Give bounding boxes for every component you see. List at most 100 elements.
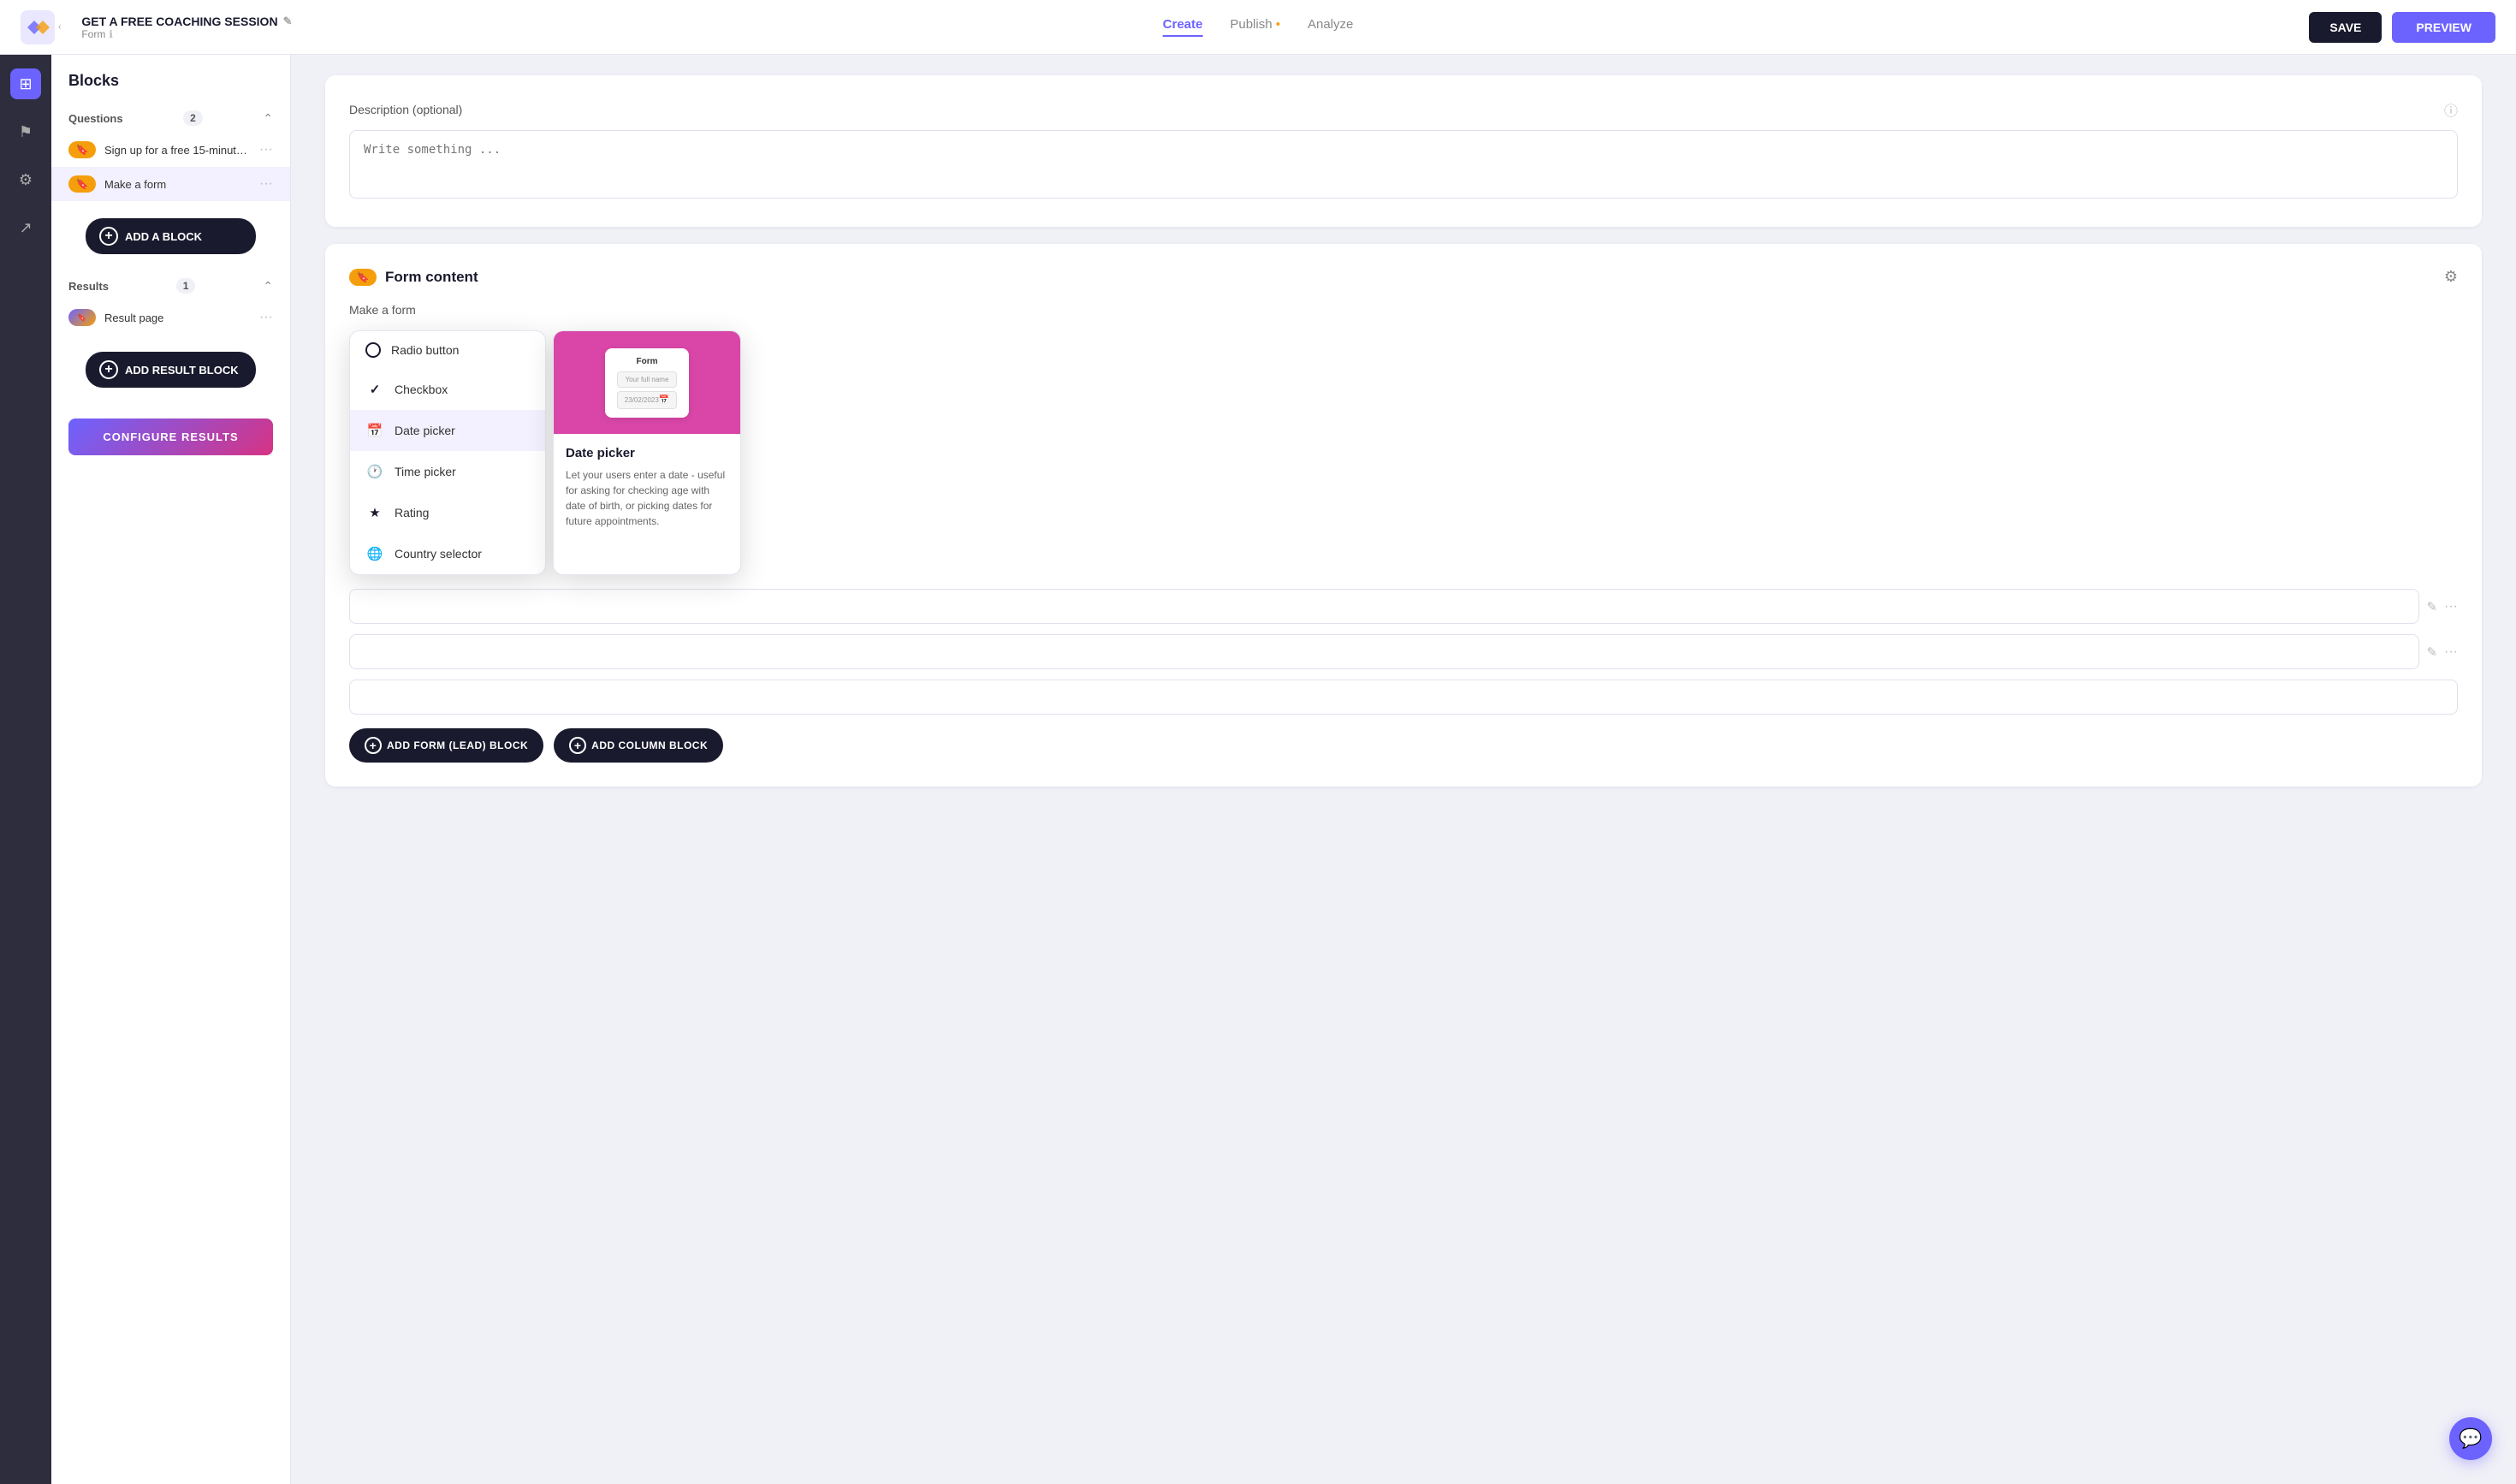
datepicker-label: Date picker bbox=[395, 424, 455, 437]
tooltip-title: Date picker bbox=[566, 446, 728, 460]
icon-sidebar: ⊞ ⚑ ⚙ ↗ bbox=[0, 55, 51, 1484]
main-layout: ⊞ ⚑ ⚙ ↗ Blocks Questions 2 ⌃ 🔖 Sign up f… bbox=[0, 55, 2516, 1484]
calendar-icon: 📅 bbox=[365, 421, 384, 440]
blocks-panel: Blocks Questions 2 ⌃ 🔖 Sign up for a fre… bbox=[51, 55, 291, 1484]
add-block-label: ADD A BLOCK bbox=[125, 230, 202, 243]
edit-title-icon[interactable]: ✎ bbox=[283, 15, 293, 28]
form-preview-name-field: Your full name bbox=[617, 371, 678, 388]
add-form-label: ADD FORM (LEAD) BLOCK bbox=[387, 739, 528, 751]
star-icon: ★ bbox=[365, 503, 384, 522]
form-content-header: 🔖 Form content ⚙ bbox=[349, 268, 2458, 286]
block-icon-form: 🔖 bbox=[68, 175, 96, 193]
form-subtitle: Form ℹ bbox=[81, 28, 292, 40]
field-edit-icon-1[interactable] bbox=[2426, 599, 2437, 614]
form-content-gear-icon[interactable]: ⚙ bbox=[2444, 268, 2458, 286]
form-content-card: 🔖 Form content ⚙ Make a form Radio butto… bbox=[325, 244, 2482, 787]
chat-bubble-button[interactable]: 💬 bbox=[2449, 1417, 2492, 1460]
form-preview-date-field: 23/02/2023 📅 bbox=[617, 391, 678, 409]
block-item-signup[interactable]: 🔖 Sign up for a free 15-minute c... ··· bbox=[51, 133, 290, 167]
form-content-block-icon: 🔖 bbox=[349, 269, 377, 286]
form-bottom-buttons: + ADD FORM (LEAD) BLOCK + ADD COLUMN BLO… bbox=[349, 728, 2458, 763]
check-icon: ✓ bbox=[365, 380, 384, 399]
page-title: GET A FREE COACHING SESSION ✎ bbox=[81, 15, 292, 28]
tooltip-preview-image: Form Your full name 23/02/2023 📅 bbox=[554, 331, 740, 434]
block-text-form: Make a form bbox=[104, 178, 251, 191]
questions-count: 2 bbox=[183, 110, 203, 126]
nav-publish[interactable]: Publish bbox=[1230, 17, 1280, 37]
form-title-text: GET A FREE COACHING SESSION bbox=[81, 15, 277, 28]
add-result-block-button[interactable]: + ADD RESULT BLOCK bbox=[86, 352, 256, 388]
description-info-icon[interactable]: ⓘ bbox=[2444, 99, 2458, 120]
questions-section-header: Questions 2 ⌃ bbox=[51, 104, 290, 133]
description-textarea[interactable] bbox=[349, 130, 2458, 199]
add-column-block-button[interactable]: + ADD COLUMN BLOCK bbox=[554, 728, 723, 763]
sidebar-icon-flag[interactable]: ⚑ bbox=[10, 116, 41, 147]
content-area: Description (optional) ⓘ 🔖 Form content … bbox=[291, 55, 2516, 1484]
block-text-result: Result page bbox=[104, 312, 251, 324]
block-dots-signup[interactable]: ··· bbox=[259, 142, 273, 157]
logo[interactable]: ‹ bbox=[21, 10, 61, 45]
form-field-row-1: ··· bbox=[349, 589, 2458, 624]
description-header: Description (optional) ⓘ bbox=[349, 99, 2458, 120]
description-label: Description (optional) bbox=[349, 103, 462, 116]
sidebar-icon-share[interactable]: ↗ bbox=[10, 212, 41, 243]
questions-chevron[interactable]: ⌃ bbox=[263, 111, 273, 126]
add-column-label: ADD COLUMN BLOCK bbox=[591, 739, 708, 751]
country-label: Country selector bbox=[395, 547, 482, 561]
results-chevron[interactable]: ⌃ bbox=[263, 279, 273, 294]
globe-icon: 🌐 bbox=[365, 544, 384, 563]
form-field-row-3 bbox=[349, 680, 2458, 715]
description-card: Description (optional) ⓘ bbox=[325, 75, 2482, 227]
add-column-plus-icon: + bbox=[569, 737, 586, 754]
page-title-block: GET A FREE COACHING SESSION ✎ Form ℹ bbox=[81, 15, 292, 40]
add-form-lead-block-button[interactable]: + ADD FORM (LEAD) BLOCK bbox=[349, 728, 543, 763]
dropdown-item-rating[interactable]: ★ Rating bbox=[350, 492, 545, 533]
block-dots-form[interactable]: ··· bbox=[259, 176, 273, 192]
add-block-plus-icon: + bbox=[99, 227, 118, 246]
field-dots-icon-1[interactable]: ··· bbox=[2444, 599, 2458, 614]
timepicker-label: Time picker bbox=[395, 465, 456, 478]
dropdown-item-datepicker[interactable]: 📅 Date picker bbox=[350, 410, 545, 451]
topbar: ‹ GET A FREE COACHING SESSION ✎ Form ℹ C… bbox=[0, 0, 2516, 55]
results-count: 1 bbox=[176, 278, 196, 294]
form-field-input-3[interactable] bbox=[349, 680, 2458, 715]
nav-analyze[interactable]: Analyze bbox=[1308, 17, 1353, 37]
form-preview: Form Your full name 23/02/2023 📅 bbox=[605, 348, 690, 418]
results-label: Results bbox=[68, 280, 109, 293]
form-content-title: Form content bbox=[385, 269, 2436, 286]
block-dots-result[interactable]: ··· bbox=[259, 310, 273, 325]
tooltip-text-content: Date picker Let your users enter a date … bbox=[554, 434, 740, 541]
save-button[interactable]: SAVE bbox=[2309, 12, 2382, 43]
dropdown-item-radio[interactable]: Radio button bbox=[350, 331, 545, 369]
tooltip-description: Let your users enter a date - useful for… bbox=[566, 467, 728, 529]
block-item-form[interactable]: 🔖 Make a form ··· bbox=[51, 167, 290, 201]
field-edit-icon-2[interactable] bbox=[2426, 644, 2437, 660]
configure-results-button[interactable]: CONFIGURE RESULTS bbox=[68, 418, 273, 455]
info-icon[interactable]: ℹ bbox=[109, 28, 113, 40]
top-navigation: Create Publish Analyze bbox=[1163, 17, 1354, 37]
add-form-plus-icon: + bbox=[365, 737, 382, 754]
clock-icon: 🕐 bbox=[365, 462, 384, 481]
block-text-signup: Sign up for a free 15-minute c... bbox=[104, 144, 251, 157]
sidebar-icon-grid[interactable]: ⊞ bbox=[10, 68, 41, 99]
form-content-subtitle: Make a form bbox=[349, 303, 2458, 317]
form-field-input-2[interactable] bbox=[349, 634, 2419, 669]
nav-create[interactable]: Create bbox=[1163, 17, 1203, 37]
add-result-label: ADD RESULT BLOCK bbox=[125, 364, 239, 377]
dropdown-item-country[interactable]: 🌐 Country selector bbox=[350, 533, 545, 574]
results-section-header: Results 1 ⌃ bbox=[51, 271, 290, 300]
back-arrow[interactable]: ‹ bbox=[58, 22, 61, 32]
form-field-input-1[interactable] bbox=[349, 589, 2419, 624]
block-item-result[interactable]: 🔖 Result page ··· bbox=[51, 300, 290, 335]
field-dots-icon-2[interactable]: ··· bbox=[2444, 644, 2458, 660]
block-icon-result: 🔖 bbox=[68, 309, 96, 326]
dropdown-container: Radio button ✓ Checkbox 📅 Date picker 🕐 … bbox=[349, 330, 2458, 575]
rating-label: Rating bbox=[395, 506, 429, 519]
subtitle-text: Form bbox=[81, 28, 105, 40]
form-fields-area: ··· ··· bbox=[349, 589, 2458, 715]
add-block-button[interactable]: + ADD A BLOCK bbox=[86, 218, 256, 254]
dropdown-item-timepicker[interactable]: 🕐 Time picker bbox=[350, 451, 545, 492]
dropdown-item-checkbox[interactable]: ✓ Checkbox bbox=[350, 369, 545, 410]
preview-button[interactable]: PREVIEW bbox=[2392, 12, 2495, 43]
sidebar-icon-gear[interactable]: ⚙ bbox=[10, 164, 41, 195]
